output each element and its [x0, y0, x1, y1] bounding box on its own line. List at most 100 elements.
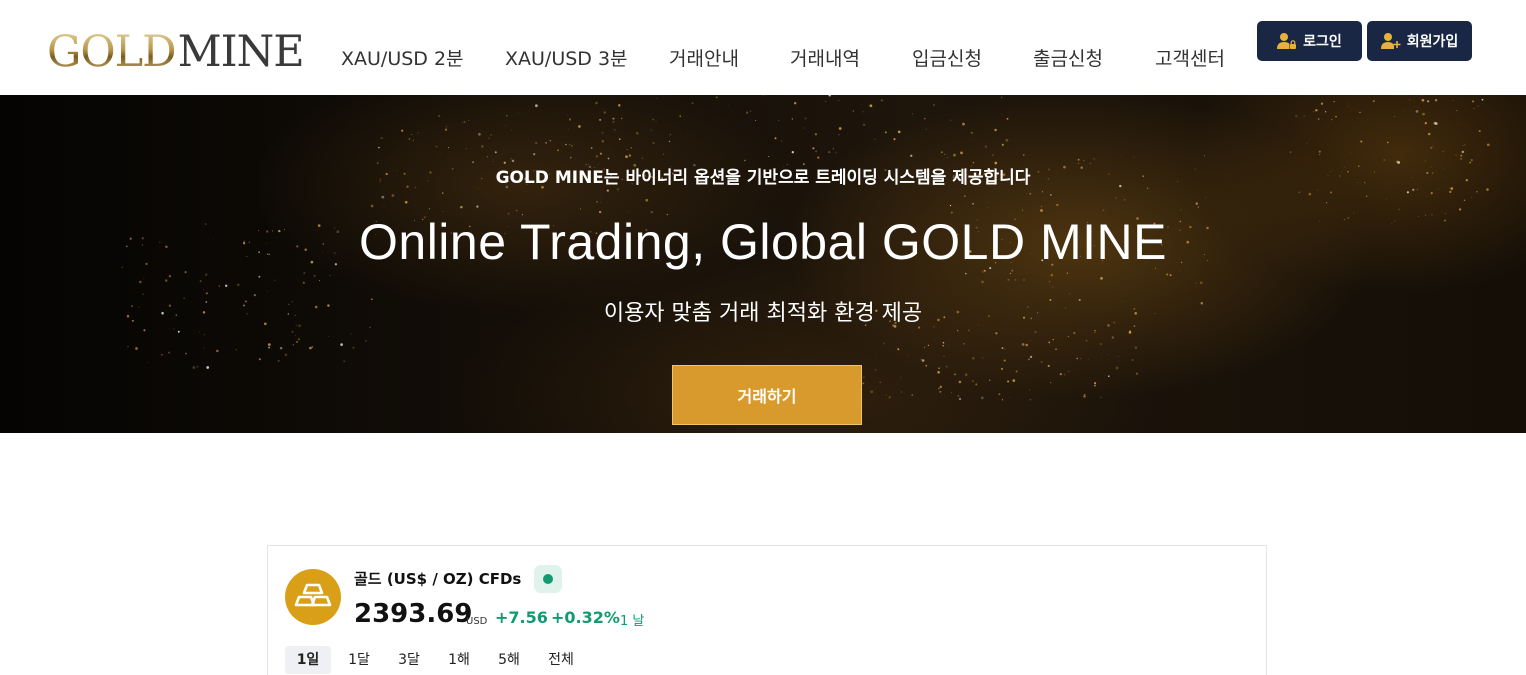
gold-particle: [1398, 208, 1400, 210]
gold-particle: [1452, 99, 1454, 102]
gold-particle: [1166, 273, 1169, 276]
range-1y[interactable]: 1해: [437, 646, 481, 674]
nav-xauusd-2min[interactable]: XAU/USD 2분: [341, 44, 464, 71]
gold-particle: [1320, 102, 1324, 105]
gold-particle: [1422, 112, 1425, 116]
gold-particle: [1100, 396, 1102, 398]
gold-particle: [925, 128, 927, 130]
gold-particle: [995, 332, 998, 335]
gold-particle: [291, 330, 294, 333]
gold-particle: [828, 151, 830, 153]
gold-particle: [1056, 203, 1059, 207]
gold-particle: [463, 120, 466, 124]
gold-particle: [296, 341, 298, 343]
range-1d[interactable]: 1일: [285, 646, 331, 674]
gold-particle: [963, 195, 966, 197]
gold-particle: [510, 158, 512, 160]
gold-particle: [1385, 198, 1387, 200]
gold-particle: [804, 117, 807, 120]
gold-particle: [411, 134, 413, 136]
gold-particle: [780, 140, 783, 142]
gold-particle: [1083, 159, 1085, 162]
nav-customer-center[interactable]: 고객센터: [1155, 44, 1225, 71]
gold-particle: [1108, 375, 1110, 378]
gold-particle: [971, 379, 975, 383]
nav-xauusd-3min[interactable]: XAU/USD 3분: [505, 44, 628, 71]
signup-label: 회원가입: [1406, 34, 1459, 50]
gold-particle: [438, 114, 441, 117]
gold-particle: [668, 140, 671, 143]
gold-particle: [478, 132, 481, 136]
gold-particle: [874, 138, 876, 140]
gold-particle: [1386, 141, 1389, 144]
gold-particle: [653, 190, 654, 191]
signup-button[interactable]: 회원가입: [1367, 21, 1472, 61]
gold-particle: [1040, 209, 1043, 212]
hero-banner: GOLD MINE는 바이너리 옵션을 기반으로 트레이딩 시스템을 제공합니다…: [0, 95, 1526, 433]
gold-particle: [984, 145, 988, 148]
gold-particle: [383, 205, 385, 207]
gold-particle: [1478, 130, 1481, 133]
gold-price-widget: 골드 (US$ / OZ) CFDs 2393.69 USD +7.56 +0.…: [267, 545, 1267, 675]
gold-particle: [715, 96, 718, 99]
gold-particle: [962, 122, 965, 126]
gold-particle: [862, 382, 865, 385]
gold-particle: [277, 359, 280, 362]
gold-particle: [343, 360, 345, 362]
gold-particle: [1476, 191, 1478, 193]
gold-particle: [745, 111, 749, 114]
gold-particle: [838, 127, 842, 130]
goldmine-logo[interactable]: GOLD MINE: [47, 27, 305, 77]
gold-particle: [295, 334, 297, 336]
instrument-title: 골드 (US$ / OZ) CFDs: [354, 570, 522, 588]
gold-particle: [628, 154, 632, 157]
range-1m[interactable]: 1달: [337, 646, 381, 674]
range-3m[interactable]: 3달: [387, 646, 431, 674]
nav-withdraw-request[interactable]: 출금신청: [1033, 44, 1103, 71]
gold-particle: [203, 347, 205, 349]
gold-particle: [1442, 150, 1444, 153]
gold-particle: [596, 201, 598, 203]
gold-particle: [885, 394, 887, 396]
gold-particle: [655, 121, 657, 123]
gold-particle: [297, 338, 301, 341]
range-all[interactable]: 전체: [539, 646, 583, 674]
gold-particle: [1023, 154, 1025, 156]
gold-particle: [1461, 150, 1465, 154]
gold-particle: [199, 280, 202, 282]
gold-particle: [442, 211, 444, 213]
start-trading-button[interactable]: 거래하기: [672, 365, 862, 425]
gold-particle: [595, 101, 598, 105]
gold-particle: [852, 110, 855, 112]
gold-particle: [445, 126, 447, 128]
gold-particle: [964, 373, 968, 376]
gold-particle: [1049, 281, 1051, 282]
nav-trade-history[interactable]: 거래내역: [790, 44, 860, 71]
nav-trading-guide[interactable]: 거래안내: [669, 44, 739, 71]
gold-particle: [534, 141, 538, 145]
gold-particle: [1347, 106, 1349, 108]
gold-particle: [1052, 338, 1054, 341]
nav-deposit-request[interactable]: 입금신청: [912, 44, 982, 71]
gold-particle: [1007, 278, 1010, 281]
gold-particle: [428, 208, 431, 210]
gold-particle: [1464, 144, 1465, 145]
gold-particle: [1029, 398, 1032, 401]
gold-particle: [960, 151, 963, 155]
gold-particle: [626, 149, 628, 151]
gold-particle: [958, 397, 962, 401]
gold-particle: [967, 329, 970, 332]
gold-particle: [824, 100, 826, 102]
login-button[interactable]: 로그인: [1257, 21, 1362, 61]
range-5y[interactable]: 5해: [487, 646, 531, 674]
gold-particle: [1331, 118, 1333, 121]
gold-particle: [1069, 293, 1071, 294]
gold-particle: [1409, 99, 1410, 101]
logo-mine-text: MINE: [177, 27, 305, 77]
gold-particle: [838, 99, 840, 102]
gold-particle: [350, 333, 352, 335]
gold-particle: [494, 151, 497, 154]
gold-particle: [832, 148, 834, 150]
gold-particle: [1463, 199, 1466, 202]
gold-particle: [1366, 195, 1368, 197]
